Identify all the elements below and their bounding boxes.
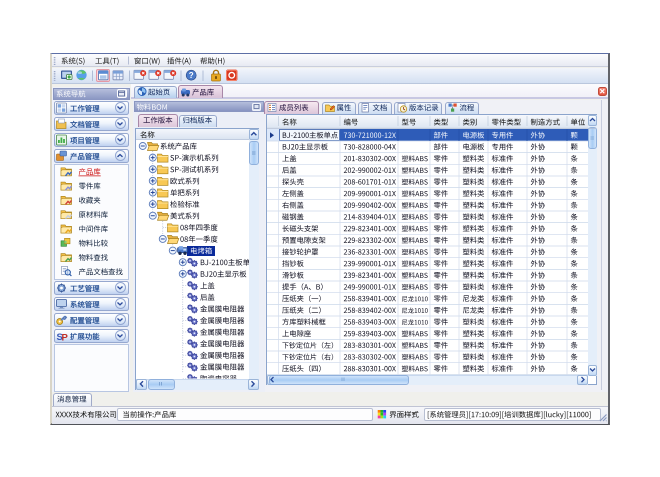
svg-text:?: ? (189, 71, 194, 80)
svg-text:P: P (62, 333, 69, 344)
